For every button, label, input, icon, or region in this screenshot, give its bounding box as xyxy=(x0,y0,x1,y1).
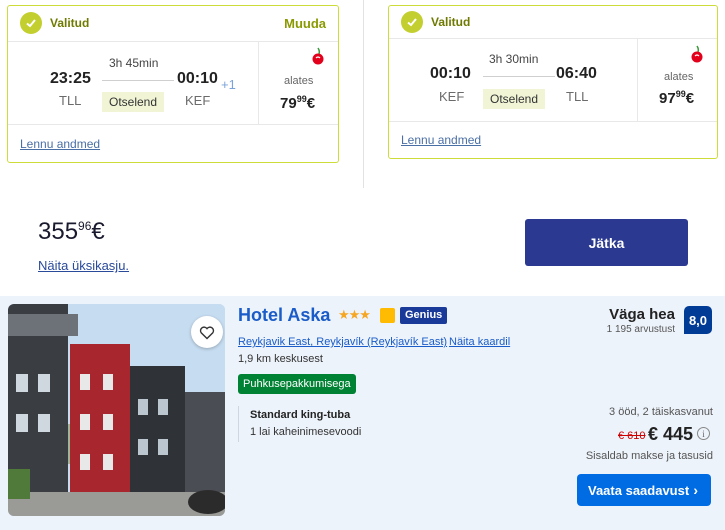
preferred-partner-icon xyxy=(380,308,395,323)
taxes-note: Sisaldab makse ja tasusid xyxy=(585,450,713,462)
total-price-currency: € xyxy=(91,218,105,245)
show-on-map-link[interactable]: Näita kaardil xyxy=(449,336,510,348)
total-price-main: 355 xyxy=(38,218,79,245)
bed-info: 1 lai kaheinimesevoodi xyxy=(250,426,362,438)
plus-day-indicator: +1 xyxy=(221,77,236,92)
flight-card-header: Valitud xyxy=(389,6,717,39)
hotel-name-link[interactable]: Hotel Aska xyxy=(238,305,330,326)
flight-price-currency: € xyxy=(306,95,316,112)
arrive-code: KEF xyxy=(185,93,211,108)
depart-code: KEF xyxy=(439,89,465,104)
star-rating: ★★★ xyxy=(338,307,371,322)
info-icon[interactable]: i xyxy=(697,427,710,440)
see-availability-button[interactable]: Vaata saadavust › xyxy=(577,474,711,506)
continue-button[interactable]: Jätka xyxy=(525,219,688,266)
holiday-deal-badge: Puhkusepakkumisega xyxy=(238,374,356,394)
hotel-result-card[interactable]: Hotel Aska ★★★ Genius Reykjavik East, Re… xyxy=(0,296,725,530)
depart-time: 23:25 xyxy=(50,70,91,87)
outbound-flight-card: Valitud Muuda 23:25 TLL 3h 45min Otselen… xyxy=(7,5,339,163)
cherry-logo-icon xyxy=(691,45,703,63)
genius-badge: Genius xyxy=(400,307,448,324)
review-count: 1 195 arvustust xyxy=(606,324,675,335)
flight-details-link[interactable]: Lennu andmed xyxy=(20,137,100,151)
hotel-photo[interactable] xyxy=(8,304,225,516)
room-divider xyxy=(238,406,239,442)
chevron-right-icon: › xyxy=(693,482,698,498)
cherry-logo-icon xyxy=(312,47,324,65)
flight-segment: 00:10 KEF 3h 30min Otselend 06:40 TLL al… xyxy=(389,39,717,122)
arrive-code: TLL xyxy=(566,89,589,104)
return-flight-card: Valitud 00:10 KEF 3h 30min Otselend 06:4… xyxy=(388,5,718,159)
flights-divider xyxy=(363,0,364,188)
direct-flight-badge: Otselend xyxy=(483,89,546,109)
flight-price-currency: € xyxy=(685,90,695,107)
total-price: 35596€ xyxy=(38,218,105,246)
flight-details-link[interactable]: Lennu andmed xyxy=(401,133,481,147)
flight-duration: 3h 45min xyxy=(109,56,159,70)
review-score-badge[interactable]: 8,0 xyxy=(684,306,712,334)
check-icon xyxy=(401,11,423,33)
arrive-time: 06:40 xyxy=(556,65,597,82)
flight-price-cents: 99 xyxy=(675,89,686,99)
selected-label: Valitud xyxy=(50,16,90,30)
save-to-wishlist-button[interactable] xyxy=(191,316,223,348)
from-label: alates xyxy=(664,71,694,83)
see-availability-label: Vaata saadavust xyxy=(588,482,690,498)
original-price: € 610 xyxy=(618,430,646,442)
change-flight-link[interactable]: Muuda xyxy=(284,16,326,31)
flight-card-header: Valitud Muuda xyxy=(8,6,338,42)
total-price-cents: 96 xyxy=(78,219,92,233)
flight-duration: 3h 30min xyxy=(489,52,539,66)
separator-dot: · xyxy=(441,336,445,348)
depart-time: 00:10 xyxy=(430,65,471,82)
review-rating-word: Väga hea xyxy=(609,306,675,323)
flight-price-cents: 99 xyxy=(296,94,307,104)
direct-flight-badge: Otselend xyxy=(102,92,165,112)
stay-info: 3 ööd, 2 täiskasvanut xyxy=(609,406,713,418)
heart-icon xyxy=(199,325,215,339)
distance-from-center: 1,9 km keskusest xyxy=(238,353,323,365)
page-root: Valitud Muuda 23:25 TLL 3h 45min Otselen… xyxy=(0,0,725,530)
from-label: alates xyxy=(284,75,314,87)
flight-price: 9799€ xyxy=(659,89,694,107)
flight-price-main: 97 xyxy=(659,90,676,107)
show-details-link[interactable]: Näita üksikasju. xyxy=(38,258,129,273)
arrive-time: 00:10 xyxy=(177,70,218,87)
flight-price: 7999€ xyxy=(280,94,315,112)
room-type: Standard king-tuba xyxy=(250,409,351,421)
flight-segment: 23:25 TLL 3h 45min Otselend 00:10 +1 KEF… xyxy=(8,42,338,125)
depart-code: TLL xyxy=(59,93,82,108)
duration-line xyxy=(102,80,174,81)
discounted-price: € 445 xyxy=(648,424,694,444)
location-link[interactable]: Reykjavik East, Reykjavík (Reykjavík Eas… xyxy=(238,336,447,348)
flight-price-column: alates 9799€ xyxy=(637,39,718,122)
flight-price-main: 79 xyxy=(280,95,297,112)
duration-line xyxy=(483,76,555,77)
selected-label: Valitud xyxy=(431,15,471,29)
flight-price-column: alates 7999€ xyxy=(258,42,339,125)
total-price-bar: 35596€ Näita üksikasju. Jätka xyxy=(0,188,725,296)
check-icon xyxy=(20,12,42,34)
